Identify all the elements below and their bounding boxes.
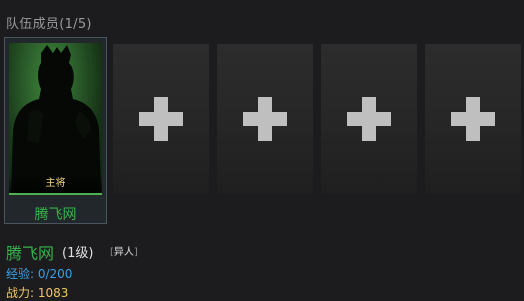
member-exp: 经验: 0/200 [6, 267, 73, 281]
leader-portrait: 主将 [9, 43, 102, 195]
team-slot-leader[interactable]: 主将 腾飞网 [4, 37, 107, 224]
team-slot-empty[interactable] [113, 44, 209, 194]
plus-icon [139, 97, 183, 141]
leader-role-label: 主将 [45, 178, 66, 189]
member-level: (1级) [62, 246, 94, 261]
team-slot-empty[interactable] [217, 44, 313, 194]
plus-icon [243, 97, 287, 141]
team-slot-empty[interactable] [425, 44, 521, 194]
team-slot-empty[interactable] [321, 44, 417, 194]
plus-icon [347, 97, 391, 141]
general-silhouette-icon [11, 45, 101, 195]
member-name: 腾飞网 [6, 244, 55, 263]
leader-name: 腾飞网 [34, 207, 77, 223]
team-title: 队伍成员(1/5) [6, 17, 92, 32]
leader-band: 主将 [9, 175, 102, 195]
plus-icon [451, 97, 495, 141]
member-type-tag: 异人 [108, 243, 140, 258]
member-power: 战力: 1083 [6, 286, 69, 300]
